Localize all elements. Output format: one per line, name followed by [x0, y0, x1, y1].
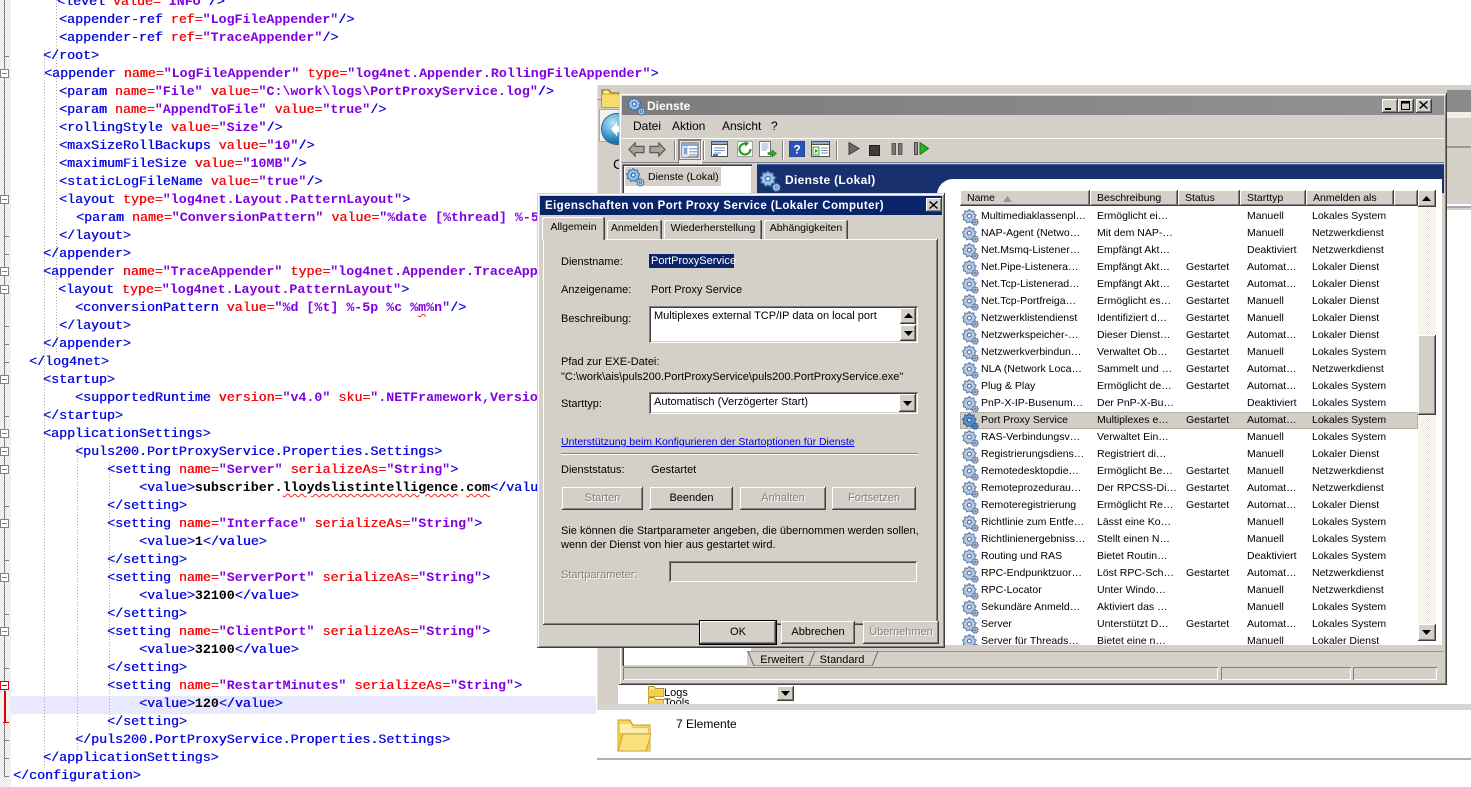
- svg-text:Standard: Standard: [820, 654, 865, 666]
- svg-text:?: ?: [793, 143, 800, 157]
- svg-text:Erweitert: Erweitert: [760, 654, 803, 666]
